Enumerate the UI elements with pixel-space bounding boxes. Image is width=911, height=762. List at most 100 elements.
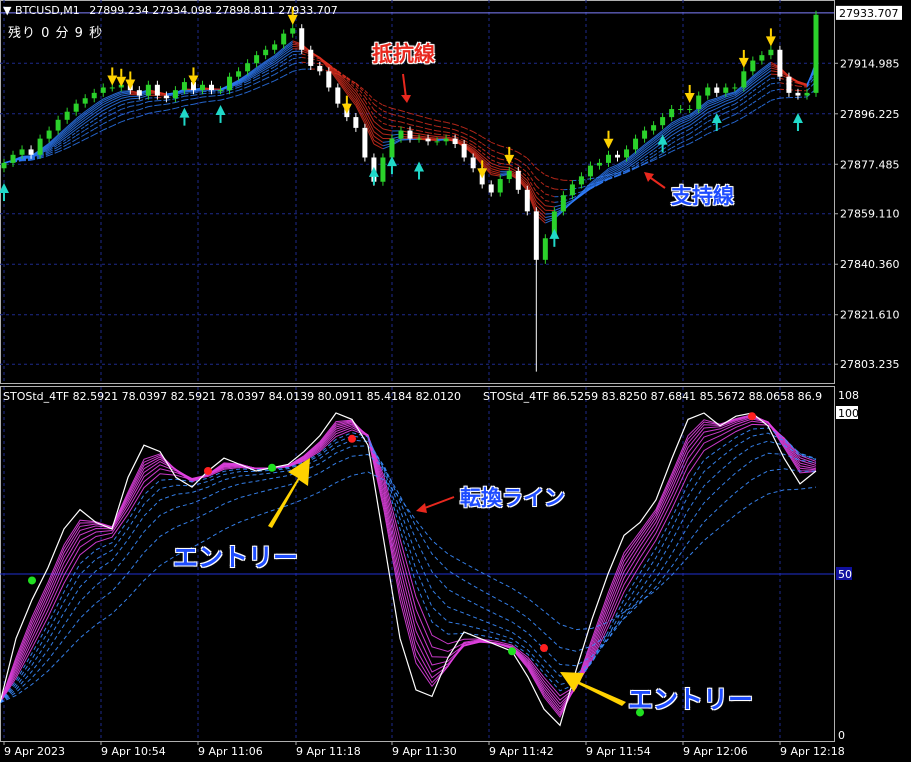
candle-bull [199, 84, 205, 91]
candle-bull [416, 138, 422, 140]
ma-band-segment [229, 94, 239, 99]
candle-bull [560, 195, 566, 212]
sto-fan-line [0, 414, 817, 716]
candle-bear [154, 84, 160, 96]
indicator-header-1: STOStd_4TF 82.5921 78.0397 82.5921 78.03… [3, 390, 462, 403]
ma-band-segment [644, 137, 654, 145]
candle-bull [813, 14, 819, 93]
ma-band-segment [84, 116, 95, 124]
candle-bull [669, 109, 675, 118]
ma-band-segment [554, 188, 564, 191]
ma-band-segment [508, 147, 519, 153]
dropdown-triangle-icon[interactable]: ▼ [3, 4, 15, 17]
ma-band-segment [121, 101, 131, 106]
ma-band-segment [175, 99, 185, 103]
support-annotation: 支持線 [671, 184, 734, 208]
candle-bull [651, 125, 657, 131]
signal-dot [28, 576, 36, 585]
ma-band-segment [518, 151, 528, 159]
sto-fan-line [0, 420, 817, 704]
ma-band-segment [491, 149, 501, 154]
sub-tick-label: 0 [838, 729, 845, 742]
ma-band-segment [725, 114, 735, 120]
candle-bear [362, 127, 368, 158]
signal-dot [748, 412, 756, 421]
entry-annotation-1: エントリー [173, 543, 299, 572]
ma-band-segment [445, 127, 456, 131]
candle-bear [488, 184, 494, 193]
ma-band-segment [734, 102, 745, 110]
turn-line-pointer-head [416, 503, 427, 513]
ma-band-segment [698, 133, 708, 140]
candle-bear [515, 170, 521, 190]
ma-band-segment [770, 82, 780, 85]
time-tick-label: 9 Apr 11:18 [296, 745, 361, 758]
candle-bull [705, 87, 711, 96]
ma-band-segment [437, 120, 447, 123]
ma-band-segment [175, 105, 185, 109]
candle-bull [145, 84, 151, 96]
candle-bull [506, 170, 512, 180]
ma-band-segment [75, 138, 86, 145]
candle-bear [326, 71, 332, 88]
ma-band-segment [121, 95, 131, 99]
ma-band-segment [671, 137, 681, 144]
ma-band-segment [437, 133, 447, 136]
ma-band-segment [265, 80, 275, 86]
ma-band-segment [554, 178, 564, 181]
ma-band-segment [698, 127, 708, 134]
candle-bear [470, 157, 476, 169]
ma-band-segment [256, 84, 266, 89]
candle-bear [461, 144, 467, 158]
ma-band-segment [130, 100, 140, 103]
candle-bull [172, 90, 178, 99]
ma-band-segment [491, 141, 501, 147]
ma-band-segment [437, 136, 447, 138]
ma-band-segment [184, 103, 194, 107]
ma-band-segment [283, 63, 293, 70]
ma-band-segment [265, 73, 275, 80]
candle-bear [317, 65, 323, 72]
candle-bull [768, 49, 774, 56]
candle-bear [299, 28, 305, 50]
ma-band-segment [238, 91, 248, 96]
ma-band-segment [274, 75, 284, 82]
candle-bull [281, 33, 287, 45]
ma-band-segment [454, 124, 465, 129]
ma-band-segment [545, 193, 555, 198]
chart-window[interactable]: 27933.707 27914.985 27896.225 27877.485 2785… [0, 0, 911, 762]
ma-band-segment [545, 200, 555, 203]
candle-bear [524, 189, 530, 212]
buy-arrow-icon [792, 113, 803, 124]
candle-bull [741, 71, 747, 88]
ma-band-segment [148, 100, 158, 103]
ma-band-segment [139, 106, 149, 111]
sell-arrow-icon [125, 79, 136, 90]
time-tick-label: 9 Apr 12:18 [780, 745, 845, 758]
ma-band-segment [148, 111, 158, 114]
ma-band-segment [463, 132, 474, 139]
ma-band-segment [130, 109, 140, 113]
ma-band-segment [166, 98, 176, 101]
ma-band-segment [427, 134, 438, 138]
candle-bull [64, 111, 70, 120]
sto-fan-line [0, 414, 817, 718]
ma-band-segment [671, 142, 681, 149]
ma-band-segment [112, 114, 122, 120]
candle-bull [55, 119, 61, 131]
ma-band-segment [409, 118, 420, 123]
buy-arrow-icon [215, 104, 226, 115]
ma-band-segment [130, 104, 140, 107]
ma-band-segment [689, 132, 699, 140]
price-chart[interactable]: 27933.707 27914.985 27896.225 27877.485 2785… [0, 0, 911, 762]
candle-bull [37, 138, 43, 155]
candle-bull [624, 149, 630, 158]
ma-band-segment [93, 129, 104, 136]
candle-bull [542, 238, 548, 260]
ma-band-segment [373, 103, 384, 112]
ma-band-segment [437, 130, 447, 133]
sell-arrow-icon [504, 154, 515, 165]
ma-band-segment [139, 101, 149, 106]
ma-band-segment [797, 96, 808, 98]
ma-band-segment [373, 99, 384, 106]
